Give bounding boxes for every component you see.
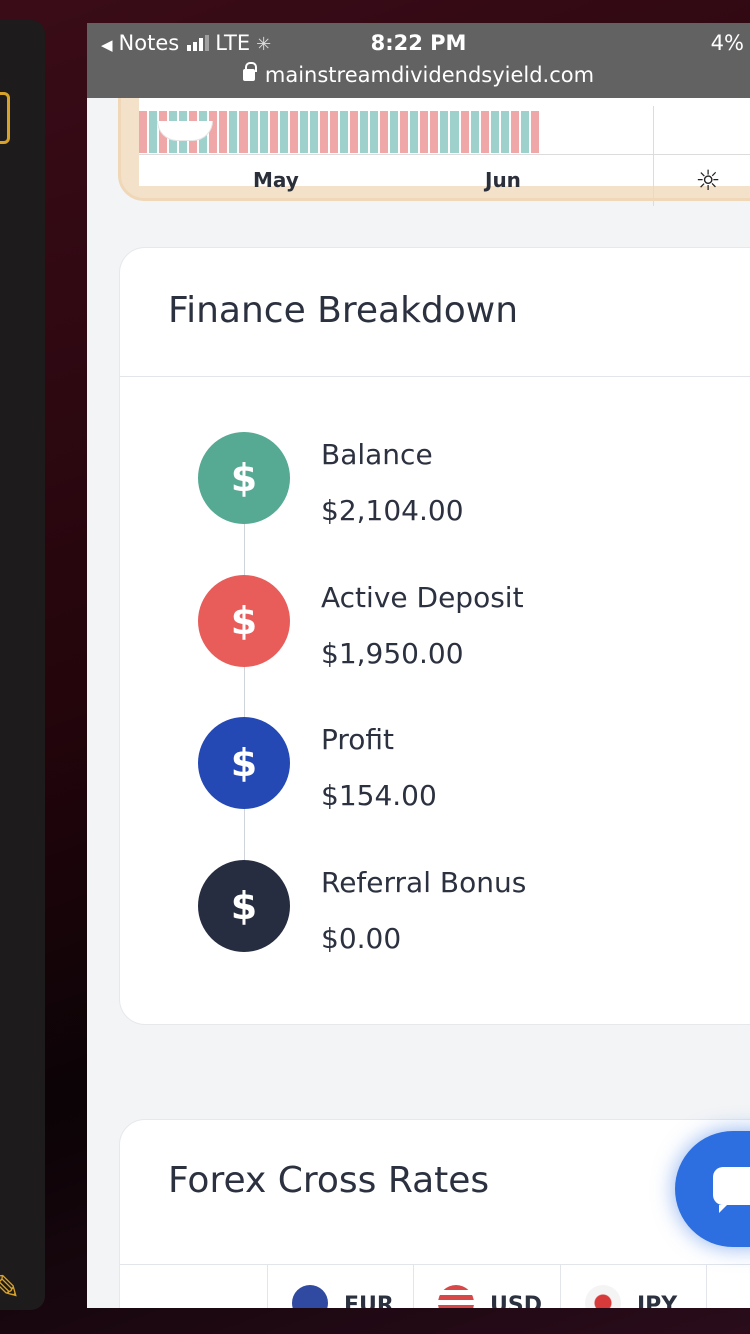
- folder-icon: [0, 92, 10, 144]
- address-bar[interactable]: mainstreamdividendsyield.com: [87, 62, 750, 87]
- volume-bar: [530, 111, 539, 153]
- currency-code: JPY: [637, 1293, 678, 1308]
- divider: [120, 376, 750, 377]
- forex-title: Forex Cross Rates: [168, 1160, 490, 1201]
- us-flag-icon: [438, 1285, 474, 1308]
- theme-toggle-sun-icon[interactable]: ☼: [695, 167, 721, 195]
- volume-bar: [520, 111, 529, 153]
- volume-bar: [339, 111, 348, 153]
- volume-bar: [139, 111, 148, 153]
- forex-column-eur: EUR: [267, 1265, 413, 1308]
- url-text: mainstreamdividendsyield.com: [264, 63, 595, 87]
- finance-item-label: Balance: [321, 438, 433, 471]
- dollar-icon: $: [198, 717, 290, 809]
- volume-bar: [470, 111, 479, 153]
- battery-level: 4%: [710, 31, 744, 55]
- compose-icon: ✎: [0, 1268, 21, 1308]
- forex-column-usd: USD: [413, 1265, 560, 1308]
- forex-table-header: EUR USD JPY: [120, 1264, 750, 1308]
- volume-bar: [480, 111, 489, 153]
- volume-bar: [309, 111, 318, 153]
- volume-bar: [329, 111, 338, 153]
- volume-bar: [490, 111, 499, 153]
- chat-bubble-icon: [713, 1167, 750, 1213]
- forex-column-jpy: JPY: [560, 1265, 706, 1308]
- volume-bar: [500, 111, 509, 153]
- volume-bar: [510, 111, 519, 153]
- volume-bar: [460, 111, 469, 153]
- dollar-icon: $: [198, 432, 290, 524]
- x-tick-jun: Jun: [485, 168, 521, 192]
- volume-bar: [289, 111, 298, 153]
- finance-item-active-deposit: $ Active Deposit $1,950.00: [198, 575, 750, 675]
- forex-cross-rates-card: Forex Cross Rates EUR USD JPY: [119, 1119, 750, 1308]
- volume-bar: [249, 111, 258, 153]
- volume-bar: [279, 111, 288, 153]
- volume-bar: [410, 111, 419, 153]
- finance-breakdown-card: Finance Breakdown $ Balance $2,104.00 $ …: [119, 247, 750, 1025]
- volume-bar: [349, 111, 359, 153]
- volume-bar: [239, 111, 248, 153]
- finance-item-value: $2,104.00: [321, 494, 464, 527]
- finance-item-label: Active Deposit: [321, 581, 524, 614]
- finance-item-value: $1,950.00: [321, 637, 464, 670]
- volume-bar: [319, 111, 328, 153]
- eu-flag-icon: [292, 1285, 328, 1308]
- currency-code: USD: [490, 1293, 542, 1308]
- volume-bar: [440, 111, 449, 153]
- finance-item-label: Referral Bonus: [321, 866, 527, 899]
- clock: 8:22 PM: [370, 31, 467, 55]
- volume-bar: [380, 111, 389, 153]
- finance-item-label: Profit: [321, 723, 395, 756]
- x-axis-line: [139, 154, 750, 155]
- browser-viewport: ◀ Notes LTE ✳ 8:22 PM 4% mainstreamdividend…: [87, 23, 750, 1308]
- volume-bar: [430, 111, 439, 153]
- finance-item-profit: $ Profit $154.00: [198, 717, 750, 817]
- dollar-icon: $: [198, 860, 290, 952]
- volume-bar: [450, 111, 459, 153]
- finance-item-balance: $ Balance $2,104.00: [198, 432, 750, 532]
- volume-bar: [360, 111, 369, 153]
- x-tick-may: May: [253, 168, 299, 192]
- volume-bar: [420, 111, 429, 153]
- volume-bar: [370, 111, 379, 153]
- finance-breakdown-title: Finance Breakdown: [168, 290, 519, 331]
- volume-bar: [269, 111, 278, 153]
- volume-bar: [219, 111, 228, 153]
- finance-item-referral-bonus: $ Referral Bonus $0.00: [198, 860, 750, 960]
- volume-bar: [400, 111, 409, 153]
- volume-bar: [149, 111, 158, 153]
- volume-bar: [209, 111, 218, 153]
- chart-divider: [653, 106, 654, 206]
- dollar-icon: $: [198, 575, 290, 667]
- volume-bar: [299, 111, 308, 153]
- finance-item-value: $154.00: [321, 779, 437, 812]
- volume-bar: [229, 111, 238, 153]
- currency-code: EUR: [344, 1293, 394, 1308]
- lock-icon: [242, 62, 257, 81]
- status-bar: ◀ Notes LTE ✳ 8:22 PM 4% mainstreamdividend…: [87, 23, 750, 98]
- finance-item-value: $0.00: [321, 922, 402, 955]
- volume-bar: [390, 111, 399, 153]
- volume-bar: [259, 111, 268, 153]
- forex-column-more: [706, 1265, 750, 1308]
- japan-flag-icon: [585, 1285, 621, 1308]
- background-notes-app: ✎: [0, 20, 45, 1310]
